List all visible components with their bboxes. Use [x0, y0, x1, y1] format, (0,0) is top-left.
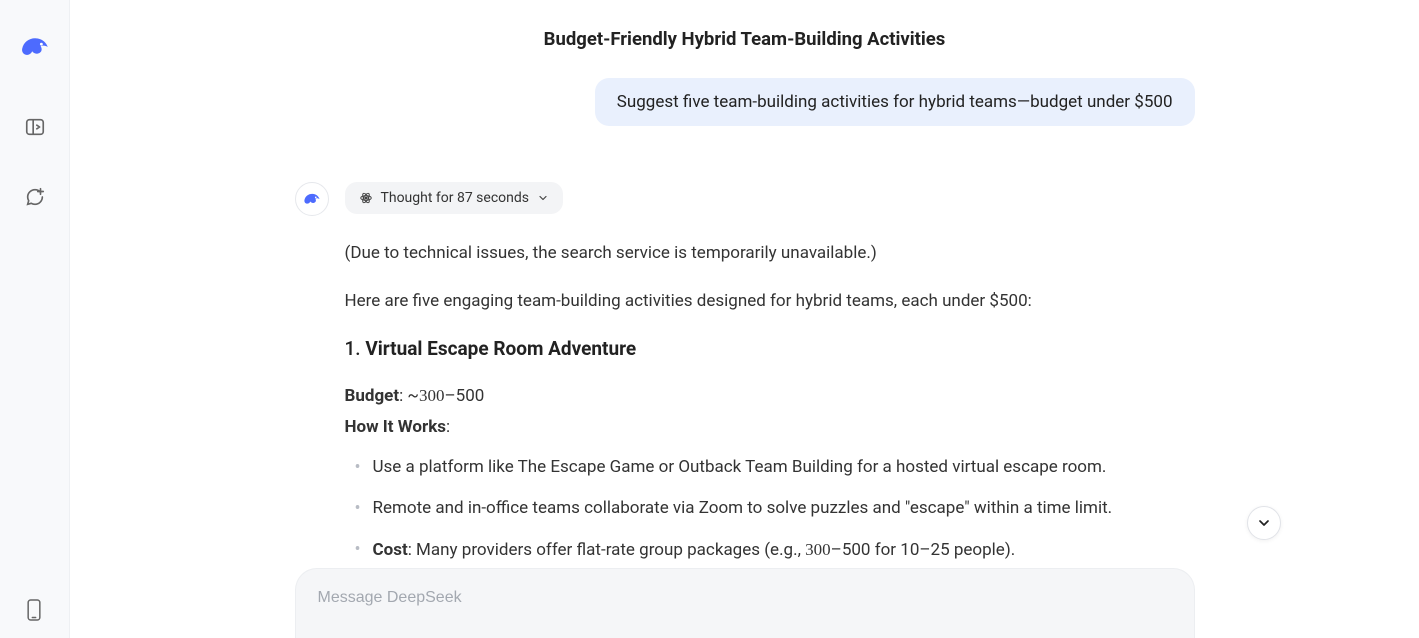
how-it-works-line: How It Works: [345, 412, 1195, 443]
list-item: Remote and in-office teams collaborate v… [373, 495, 1195, 522]
notice-text: (Due to technical issues, the search ser… [345, 240, 1195, 266]
chevron-down-icon [537, 192, 549, 204]
budget-line: Budget: ~300–500 [345, 380, 1195, 412]
list-item: Use a platform like The Escape Game or O… [373, 454, 1195, 481]
user-message-bubble: Suggest five team-building activities fo… [595, 78, 1195, 126]
assistant-body: Thought for 87 seconds (Due to technical… [345, 182, 1195, 578]
page-title: Budget-Friendly Hybrid Team-Building Act… [295, 28, 1195, 50]
scroll-down-button[interactable] [1247, 506, 1281, 540]
thought-label: Thought for 87 seconds [381, 190, 529, 206]
list-item: Cost: Many providers offer flat-rate gro… [373, 536, 1195, 564]
activity-title: Virtual Escape Room Adventure [365, 337, 636, 360]
how-label: How It Works [345, 417, 447, 437]
cost-label: Cost [373, 540, 408, 560]
assistant-message: Thought for 87 seconds (Due to technical… [295, 182, 1195, 578]
whale-logo[interactable] [18, 30, 52, 68]
panel-toggle-icon[interactable] [24, 116, 46, 138]
atom-icon [359, 191, 373, 205]
activity-number: 1. [345, 337, 366, 360]
chat-content: Budget-Friendly Hybrid Team-Building Act… [295, 0, 1195, 638]
activity-1-heading: 1. Virtual Escape Room Adventure [345, 337, 1195, 360]
message-input[interactable] [318, 589, 1172, 607]
sidebar [0, 0, 70, 638]
main-area: Budget-Friendly Hybrid Team-Building Act… [70, 0, 1419, 638]
assistant-avatar [295, 182, 329, 216]
intro-text: Here are five engaging team-building act… [345, 288, 1195, 314]
user-message-row: Suggest five team-building activities fo… [295, 78, 1195, 126]
new-chat-icon[interactable] [24, 186, 46, 208]
thought-pill[interactable]: Thought for 87 seconds [345, 182, 563, 214]
input-bar [70, 568, 1419, 638]
budget-label: Budget [345, 386, 400, 406]
activity-bullets: Use a platform like The Escape Game or O… [345, 454, 1195, 565]
phone-icon[interactable] [24, 598, 46, 620]
message-input-box[interactable] [295, 568, 1195, 638]
